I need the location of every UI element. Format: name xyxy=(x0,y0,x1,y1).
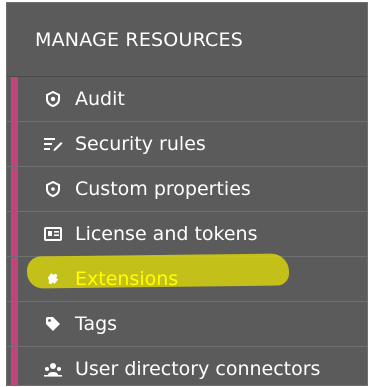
nav-item-label: User directory connectors xyxy=(75,358,321,380)
security-rules-icon xyxy=(43,134,63,154)
user-directory-icon xyxy=(43,359,63,379)
nav-item-label: License and tokens xyxy=(75,223,258,245)
nav-item-security-rules[interactable]: Security rules xyxy=(7,122,367,167)
audit-shield-icon xyxy=(43,89,63,109)
nav-item-label: Security rules xyxy=(75,133,206,155)
nav-item-label: Audit xyxy=(75,88,125,110)
nav-item-audit[interactable]: Audit xyxy=(7,77,367,122)
nav-item-label: Extensions xyxy=(75,268,179,290)
nav-item-label: Custom properties xyxy=(75,178,251,200)
custom-properties-icon xyxy=(43,179,63,199)
section-header: MANAGE RESOURCES xyxy=(7,3,367,77)
nav-item-tags[interactable]: Tags xyxy=(7,302,367,347)
nav-item-label: Tags xyxy=(75,313,118,335)
nav-item-user-directory-connectors[interactable]: User directory connectors xyxy=(7,347,367,385)
nav-item-extensions[interactable]: Extensions xyxy=(7,257,367,302)
nav-item-custom-properties[interactable]: Custom properties xyxy=(7,167,367,212)
license-card-icon xyxy=(43,224,63,244)
nav-item-license-and-tokens[interactable]: License and tokens xyxy=(7,212,367,257)
manage-resources-panel: MANAGE RESOURCES Audit Security rules Cu… xyxy=(6,2,368,386)
puzzle-extension-icon xyxy=(43,269,63,289)
tag-icon xyxy=(43,314,63,334)
section-title: MANAGE RESOURCES xyxy=(35,28,243,51)
